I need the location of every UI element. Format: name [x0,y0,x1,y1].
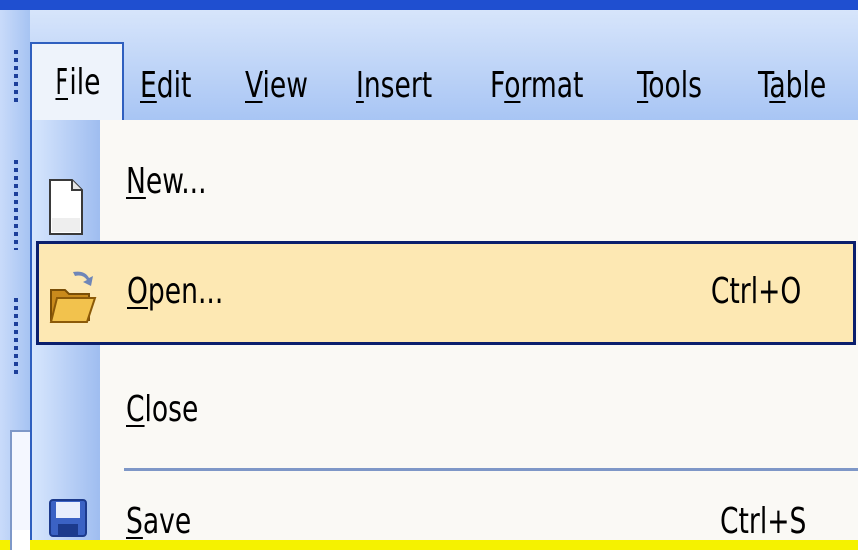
menu-edit[interactable]: Edit [140,58,191,114]
menu-item-label: Save [126,501,192,542]
menu-insert[interactable]: Insert [356,58,432,114]
toolbar-control[interactable] [10,530,30,550]
toolbar-grip-handle[interactable] [14,50,18,106]
open-folder-icon [49,271,97,323]
toolbar-grip-handle[interactable] [14,298,18,376]
menu-format[interactable]: Format [490,58,583,114]
menu-file[interactable]: File [30,42,124,122]
toolbar-control[interactable] [10,430,32,534]
toolbar-strip [0,10,32,550]
menu-item-shortcut: Ctrl+O [710,271,801,312]
menu-item-open[interactable]: Open... Ctrl+O [36,241,856,345]
menu-view[interactable]: View [245,58,308,114]
menu-item-shortcut: Ctrl+S [719,501,806,542]
menu-bar: File Edit View Insert Format Tools Table [30,10,858,122]
new-document-icon [49,179,83,235]
menu-item-new[interactable]: New... [32,140,858,235]
title-bar-edge [0,0,858,10]
toolbar-grip-handle[interactable] [14,160,18,250]
menu-tools[interactable]: Tools [637,58,702,114]
menu-item-label: Close [126,389,199,430]
save-disk-icon [49,499,87,537]
menu-item-close[interactable]: Close [32,370,858,450]
menu-item-label: Open... [127,271,224,312]
menu-file-label: File [55,62,101,103]
file-menu-dropdown: New... Open... Ctrl+O Close Save Ctrl+S [30,120,858,542]
menu-table[interactable]: Table [758,58,826,114]
menu-separator [124,468,858,471]
menu-item-save[interactable]: Save Ctrl+S [32,486,858,546]
menu-item-label: New... [126,161,207,202]
